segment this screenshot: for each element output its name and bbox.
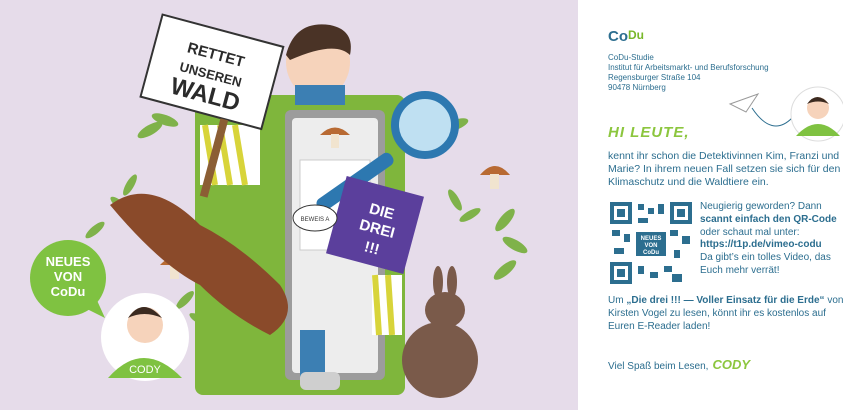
rabbit <box>402 322 478 398</box>
svg-text:CODY: CODY <box>129 364 161 376</box>
magnifier-icon <box>391 91 459 159</box>
qr-strong-line: scannt einfach den QR-Code <box>700 213 837 225</box>
illustration-panel: RETTET UNSEREN WALD DIE DREI !!! BEWEIS … <box>0 0 578 410</box>
qr-line: oder schaut mal unter: <box>700 226 800 238</box>
info-panel: CoDu CoDu-Studie Institut für Arbeitsmar… <box>578 0 843 410</box>
address-block: CoDu-Studie Institut für Arbeitsmarkt- u… <box>608 53 769 93</box>
news-bubble: NEUES VON CoDu <box>30 240 106 318</box>
protest-sign: RETTET UNSEREN WALD <box>139 13 285 131</box>
svg-text:VON: VON <box>54 269 82 284</box>
book-title: „Die drei !!! — Voller Einsatz für die E… <box>626 295 825 306</box>
svg-text:CoDu: CoDu <box>51 284 86 299</box>
qr-line: Neugierig geworden? Dann <box>700 201 822 212</box>
address-line: Institut für Arbeitsmarkt- und Berufsfor… <box>608 63 769 72</box>
svg-text:CoDu: CoDu <box>643 250 659 256</box>
cody-avatar-small <box>790 86 843 142</box>
closing-line: Viel Spaß beim Lesen, CODY <box>608 357 750 372</box>
paper-plane-icon <box>728 93 793 127</box>
qr-line: Da gibt’s ein tolles Video, das Euch meh… <box>700 252 831 276</box>
address-line: CoDu-Studie <box>608 53 654 62</box>
svg-text:NEUES: NEUES <box>641 236 662 242</box>
intro-text: kennt ihr schon die Detektivinnen Kim, F… <box>608 150 841 188</box>
illustration-art: RETTET UNSEREN WALD DIE DREI !!! BEWEIS … <box>30 13 528 398</box>
greeting-heading: HI LEUTE, <box>608 124 690 141</box>
svg-text:VON: VON <box>644 243 657 249</box>
cody-signature: CODY <box>712 357 750 372</box>
video-link[interactable]: https://t1p.de/vimeo-codu <box>700 239 843 252</box>
sneaker <box>300 372 340 390</box>
cody-avatar-large: CODY <box>101 293 189 381</box>
svg-text:NEUES: NEUES <box>46 254 91 269</box>
codu-logo: CoDu <box>608 28 644 45</box>
qr-instructions: Neugierig geworden? Dann scannt einfach … <box>700 201 843 278</box>
svg-text:BEWEIS A: BEWEIS A <box>301 217 330 223</box>
qr-code[interactable]: NEUES VON CoDu <box>608 200 694 286</box>
address-line: Regensburger Straße 104 <box>608 73 701 82</box>
reading-info: Um „Die drei !!! — Voller Einsatz für di… <box>608 295 843 332</box>
